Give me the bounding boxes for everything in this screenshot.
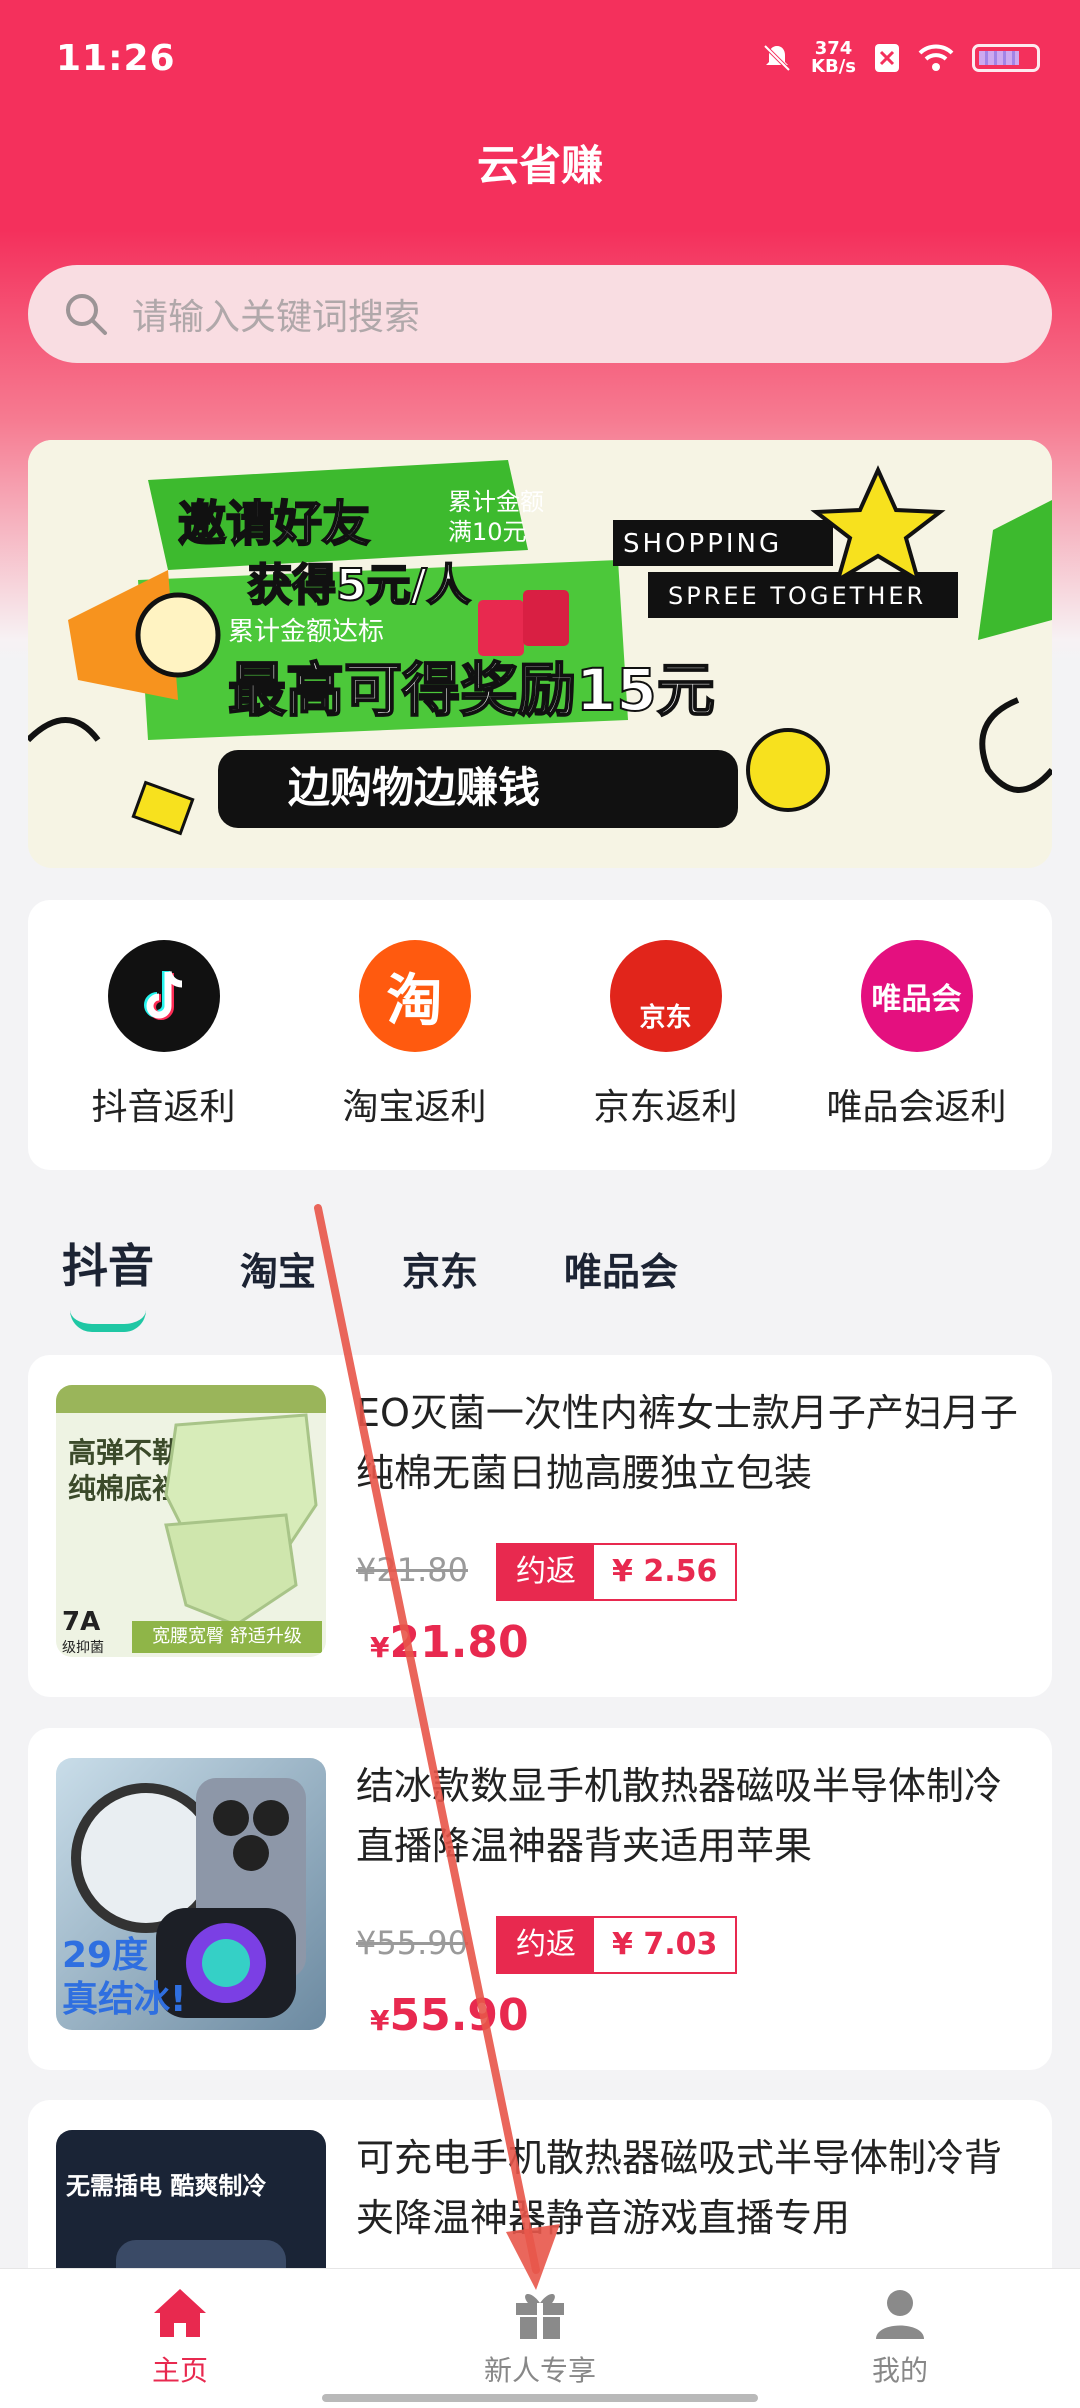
product-title: 可充电手机散热器磁吸式半导体制冷背夹降温神器静音游戏直播专用	[356, 2136, 1003, 2240]
promo-banner[interactable]: 邀请好友 累计金额 满10元 获得5元/人 累计金额达标 最高可得奖励15元 边…	[28, 440, 1052, 868]
banner-tag2: SPREE TOGETHER	[668, 582, 926, 610]
banner-line2: 获得5元/人	[248, 560, 471, 611]
product-image: 高弹不勒 纯棉底裆 7A 级抑菌 宽腰宽臀 舒适升级	[56, 1385, 326, 1657]
category-label: 唯品会返利	[826, 1087, 1007, 1128]
category-douyin[interactable]: 抖音返利	[44, 940, 284, 1170]
product-image: 29度 真结冰!	[56, 1758, 326, 2030]
bottom-navigation: 主页 新人专享 我的	[0, 2268, 1080, 2408]
product-price: ¥21.80	[370, 1617, 529, 1668]
category-label: 抖音返利	[91, 1087, 236, 1128]
banner-tag1: SHOPPING	[623, 529, 782, 559]
product-title: EO灭菌一次性内裤女士款月子产妇月子纯棉无菌日抛高腰独立包装	[356, 1391, 1018, 1495]
tab-douyin[interactable]: 抖音	[62, 1230, 154, 1332]
wifi-icon	[918, 44, 954, 71]
nav-profile[interactable]: 我的	[720, 2269, 1080, 2408]
banner-line1: 邀请好友	[178, 496, 370, 552]
original-price: ¥55.90	[356, 1924, 468, 1962]
search-placeholder: 请输入关键词搜索	[132, 297, 421, 338]
status-time: 11:26	[56, 38, 176, 79]
product-price: ¥55.90	[370, 1990, 529, 2041]
rebate-badge: 约返 ¥ 7.03	[496, 1916, 738, 1974]
taobao-icon: 淘	[358, 940, 471, 1052]
product-card[interactable]: 29度 真结冰! 结冰款数显手机散热器磁吸半导体制冷直播降温神器背夹适用苹果 ¥…	[28, 1728, 1052, 2070]
tab-active-indicator	[70, 1310, 146, 1332]
nav-home[interactable]: 主页	[0, 2269, 360, 2408]
vip-icon: 唯品会	[860, 940, 973, 1052]
category-taobao[interactable]: 淘 淘宝返利	[295, 940, 535, 1170]
mute-bell-icon	[763, 44, 791, 72]
banner-cond3: 累计金额达标	[228, 617, 384, 647]
tab-jd[interactable]: 京东	[402, 1241, 478, 1296]
app-title: 云省赚	[476, 141, 603, 190]
product-card[interactable]: 高弹不勒 纯棉底裆 7A 级抑菌 宽腰宽臀 舒适升级 EO灭菌一次性内裤女士款月…	[28, 1355, 1052, 1697]
battery-icon	[972, 44, 1040, 72]
product-title: 结冰款数显手机散热器磁吸半导体制冷直播降温神器背夹适用苹果	[356, 1764, 1003, 1868]
search-icon	[66, 294, 107, 335]
user-icon	[876, 2290, 924, 2339]
gift-icon	[516, 2293, 564, 2339]
promo-banner-art: 邀请好友 累计金额 满10元 获得5元/人 累计金额达标 最高可得奖励15元 边…	[28, 440, 1052, 868]
jd-icon: 京东	[609, 940, 722, 1052]
home-icon	[154, 2289, 206, 2337]
status-bar: 11:26 374 KB/s	[0, 0, 1080, 120]
platform-tabs: 抖音 淘宝 京东 唯品会	[62, 1230, 764, 1332]
banner-cond1: 累计金额	[448, 488, 544, 516]
status-icons: 374 KB/s	[761, 40, 1040, 76]
douyin-icon	[107, 940, 220, 1052]
category-label: 京东返利	[593, 1087, 738, 1128]
rebate-badge: 约返 ¥ 2.56	[496, 1543, 738, 1601]
banner-slogan: 边购物边赚钱	[288, 763, 540, 812]
category-vip[interactable]: 唯品会 唯品会返利	[797, 940, 1037, 1170]
rebate-categories: 抖音返利 淘 淘宝返利 京东 京东返利 唯品会 唯品会返利	[28, 900, 1052, 1170]
nav-newcomer[interactable]: 新人专享	[360, 2269, 720, 2408]
original-price: ¥21.80	[356, 1551, 468, 1589]
network-speed: 374 KB/s	[811, 38, 856, 77]
category-label: 淘宝返利	[342, 1087, 487, 1128]
search-input[interactable]: 请输入关键词搜索	[28, 265, 1052, 363]
tab-vip[interactable]: 唯品会	[564, 1241, 678, 1296]
no-sim-icon	[875, 44, 899, 72]
banner-headline: 最高可得奖励15元	[228, 656, 715, 724]
banner-cond2: 满10元	[448, 518, 527, 546]
home-indicator	[322, 2394, 758, 2402]
category-jd[interactable]: 京东 京东返利	[546, 940, 786, 1170]
tab-taobao[interactable]: 淘宝	[240, 1241, 316, 1296]
